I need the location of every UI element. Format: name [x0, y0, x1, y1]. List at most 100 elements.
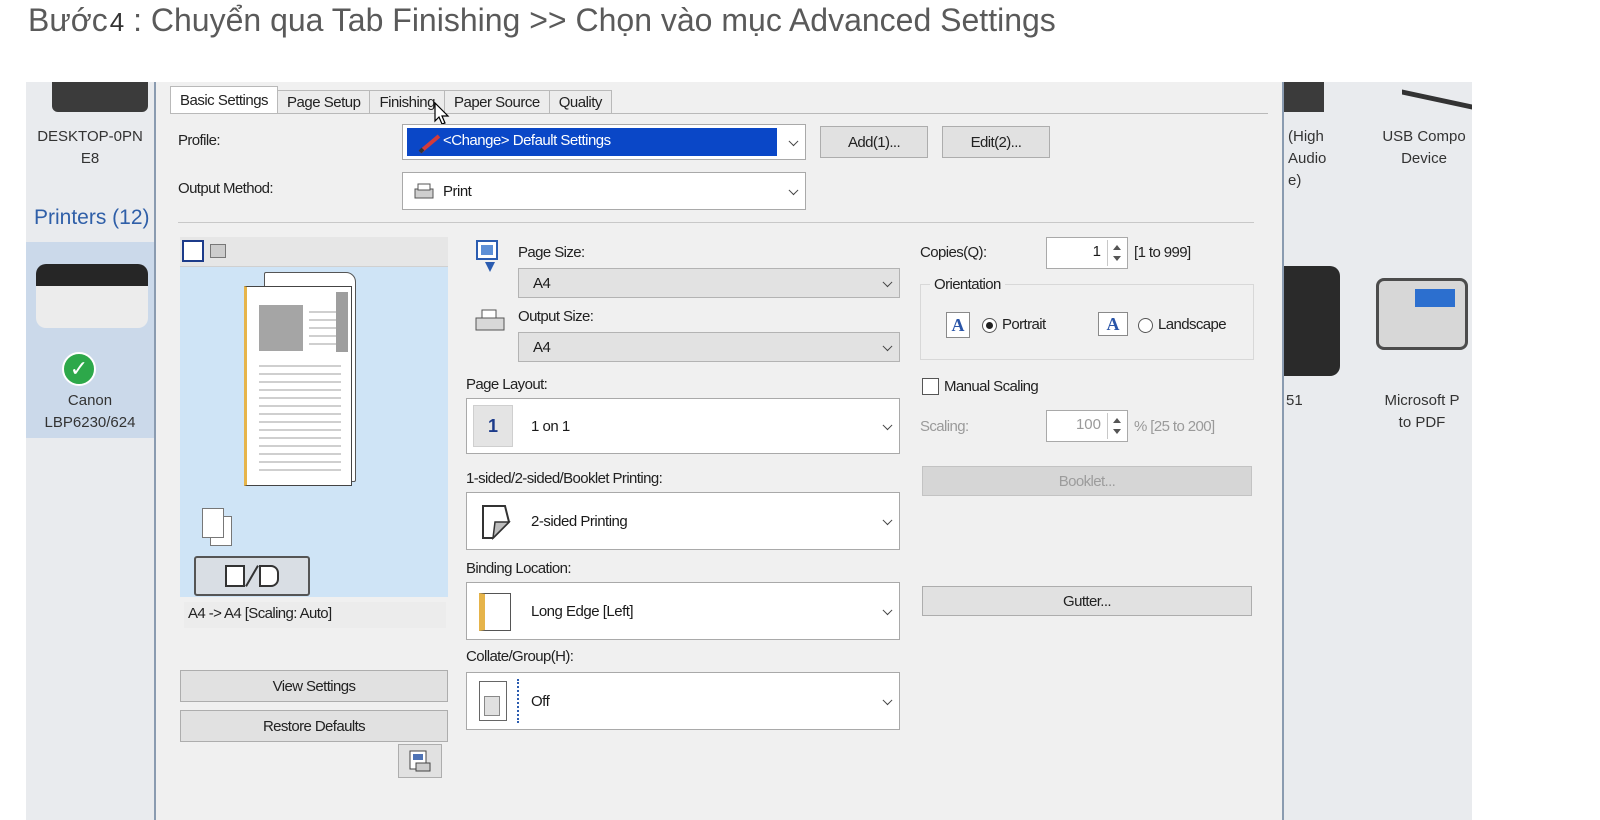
page-layout-select[interactable]: 1 1 on 1: [466, 398, 900, 454]
preview-mode-icon[interactable]: [182, 240, 204, 262]
chevron-down-icon: [882, 277, 893, 288]
printer-small-icon: [414, 183, 434, 199]
binding-edge-icon: [479, 593, 511, 631]
duplex-toggle-icon[interactable]: [194, 556, 310, 596]
left-printer-model: LBP6230/624: [44, 414, 136, 431]
gutter-button[interactable]: Gutter...: [922, 586, 1252, 616]
pdf-printer-screen: [1415, 289, 1455, 307]
preview-printer-icon[interactable]: [210, 244, 226, 258]
right-printer-label: 51: [1286, 390, 1303, 412]
profile-select[interactable]: <Change> Default Settings: [402, 124, 806, 160]
left-printer-label: Canon LBP6230/624: [26, 390, 154, 434]
left-device-label: DESKTOP-0PN E8: [26, 126, 154, 170]
header-separator: [178, 222, 1254, 223]
left-device-sub: E8: [80, 150, 100, 167]
collate-pages-icon: [479, 681, 507, 721]
right-printer-suffix: 51: [1286, 392, 1303, 409]
printing-mode-select[interactable]: 2-sided Printing: [466, 492, 900, 550]
step-heading: Bước4 : Chuyển qua Tab Finishing >> Chọn…: [28, 2, 1056, 39]
binding-location-select[interactable]: Long Edge [Left]: [466, 582, 900, 640]
output-size-label: Output Size:: [518, 308, 594, 325]
copies-arrows[interactable]: [1107, 240, 1125, 266]
right-device-1b: Audio: [1288, 150, 1327, 167]
page-layout-icon: 1: [473, 405, 513, 447]
about-info-icon: [409, 750, 431, 772]
view-settings-button[interactable]: View Settings: [180, 670, 448, 702]
step-instruction: : Chuyển qua Tab Finishing >> Chọn vào m…: [124, 2, 1056, 38]
output-method-select[interactable]: Print: [402, 172, 806, 210]
binding-location-label: Binding Location:: [466, 560, 571, 577]
tab-page-setup[interactable]: Page Setup: [277, 90, 371, 114]
copies-sheet-front: [202, 508, 224, 538]
speaker-device-icon: [1284, 82, 1324, 112]
printing-mode-label: 1-sided/2-sided/Booklet Printing:: [466, 470, 663, 487]
printer-tile-selected[interactable]: ✓ Canon LBP6230/624: [26, 242, 154, 438]
copies-range: [1 to 999]: [1134, 244, 1191, 261]
tab-quality[interactable]: Quality: [548, 90, 612, 114]
page-layout-icon-text: 1: [487, 415, 498, 436]
portrait-label[interactable]: Portrait: [1002, 316, 1046, 333]
printing-preferences-dialog: Basic Settings Page Setup Finishing Pape…: [154, 82, 1284, 820]
collate-select[interactable]: Off: [466, 672, 900, 730]
output-method-value: Print: [443, 182, 472, 200]
restore-defaults-button[interactable]: Restore Defaults: [180, 710, 448, 742]
preview-caption: A4 -> A4 [Scaling: Auto]: [184, 602, 446, 628]
printing-mode-value: 2-sided Printing: [531, 512, 628, 530]
right-device-1a: (High: [1288, 128, 1324, 145]
page-size-label: Page Size:: [518, 244, 585, 261]
portrait-icon: A: [946, 312, 970, 338]
landscape-icon: A: [1098, 312, 1128, 336]
right-device-2b: Device: [1401, 150, 1447, 167]
duplex-page-icon: [225, 565, 245, 587]
scaling-spinner[interactable]: 100: [1046, 410, 1128, 442]
output-size-select[interactable]: A4: [518, 332, 900, 362]
landscape-label[interactable]: Landscape: [1158, 316, 1227, 333]
page-size-value: A4: [533, 274, 551, 292]
chevron-down-icon: [882, 695, 893, 706]
chevron-down-icon: [882, 420, 893, 431]
pdf-printer-icon: [1376, 278, 1468, 350]
chevron-down-icon: [882, 515, 893, 526]
booklet-button[interactable]: Booklet...: [922, 466, 1252, 496]
step-word: Bước: [28, 2, 108, 38]
binding-location-value: Long Edge [Left]: [531, 602, 634, 620]
edit-profile-button[interactable]: Edit(2)...: [942, 126, 1050, 158]
scaling-label: Scaling:: [920, 418, 969, 435]
page-size-icon: [476, 240, 504, 274]
right-device-2a: USB Compo: [1382, 128, 1466, 145]
step-number: 4: [109, 7, 125, 37]
about-icon-button[interactable]: [398, 744, 442, 778]
copies-stack-icon: [202, 508, 234, 548]
preview-image-block: [259, 305, 303, 351]
output-method-label: Output Method:: [178, 180, 274, 197]
portrait-radio[interactable]: [982, 318, 997, 333]
add-profile-button[interactable]: Add(1)...: [820, 126, 928, 158]
copies-spinner[interactable]: 1: [1046, 237, 1128, 269]
printer-icon: [36, 264, 148, 328]
page-layout-label: Page Layout:: [466, 376, 548, 393]
copies-label: Copies(Q):: [920, 244, 987, 261]
manual-scaling-label[interactable]: Manual Scaling: [944, 378, 1039, 395]
profile-label: Profile:: [178, 132, 220, 149]
printers-group-header[interactable]: Printers (12): [34, 206, 150, 230]
landscape-radio[interactable]: [1138, 318, 1153, 333]
tab-panel-border: [170, 113, 1268, 114]
scaling-arrows[interactable]: [1107, 413, 1125, 439]
chevron-down-icon: [788, 136, 799, 147]
copies-value: 1: [1092, 243, 1101, 260]
manual-scaling-checkbox[interactable]: [922, 378, 939, 395]
page-size-select[interactable]: A4: [518, 268, 900, 298]
tab-paper-source[interactable]: Paper Source: [443, 90, 550, 114]
preview-scroll[interactable]: [336, 292, 348, 352]
preview-text-lines: [259, 359, 341, 477]
chevron-down-icon: [788, 185, 799, 196]
desktop-device-icon: [52, 82, 148, 112]
output-size-value: A4: [533, 338, 551, 356]
right-printer-2b: to PDF: [1398, 414, 1446, 431]
left-printer-name: Canon: [67, 392, 113, 409]
tab-basic-settings[interactable]: Basic Settings: [170, 86, 279, 114]
duplex-slash-icon: [245, 565, 259, 587]
page-size-doc: [476, 240, 498, 260]
right-device-1-label: (High Audio e): [1288, 126, 1326, 192]
left-device-name: DESKTOP-0PN: [37, 128, 143, 145]
